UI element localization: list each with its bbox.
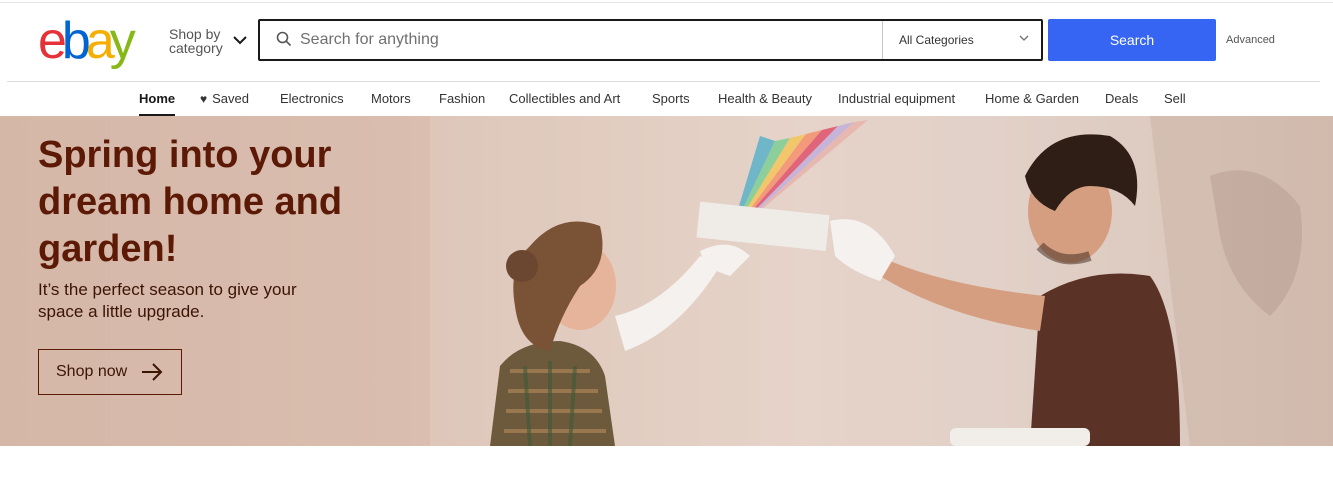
shop-now-label: Shop now	[56, 363, 128, 380]
hero-banner[interactable]: Spring into your dream home and garden! …	[0, 116, 1333, 446]
nav-item-industrial-equipment[interactable]: Industrial equipment	[838, 91, 955, 116]
nav-item-sports[interactable]: Sports	[652, 91, 690, 116]
logo-letter-a: a	[85, 12, 115, 70]
chevron-down-icon	[1019, 35, 1029, 41]
hero-subtitle: It’s the perfect season to give your spa…	[38, 280, 297, 321]
hero-title: Spring into your dream home and garden!	[38, 134, 343, 270]
heart-icon: ♥	[200, 92, 208, 106]
nav-item-collectibles[interactable]: Collectibles and Art	[509, 91, 620, 116]
search-input[interactable]	[300, 21, 880, 59]
nav-item-home-garden[interactable]: Home & Garden	[985, 91, 1079, 116]
hero-photo	[430, 116, 1333, 446]
chevron-down-icon	[233, 36, 247, 45]
logo-letter-e: e	[38, 12, 67, 70]
nav-item-motors[interactable]: Motors	[371, 91, 411, 116]
shop-by-category-button[interactable]: Shop by category	[169, 26, 247, 56]
nav-item-fashion[interactable]: Fashion	[439, 91, 485, 116]
shop-now-button[interactable]: Shop now	[38, 349, 182, 395]
shop-by-category-label: Shop by category	[169, 26, 223, 56]
search-icon	[276, 31, 292, 47]
site-header: ebay Shop by category All Categories Sea…	[0, 3, 1333, 81]
category-select[interactable]: All Categories	[882, 21, 1043, 59]
search-bar: All Categories	[258, 19, 1043, 61]
ebay-logo[interactable]: ebay	[38, 12, 136, 70]
arrow-right-icon	[142, 363, 163, 381]
nav-item-saved-label: Saved	[212, 91, 249, 106]
logo-letter-y: y	[109, 12, 136, 70]
nav-item-electronics[interactable]: Electronics	[280, 91, 344, 116]
logo-letter-b: b	[61, 12, 91, 70]
category-select-value: All Categories	[899, 33, 974, 47]
nav-item-sell[interactable]: Sell	[1164, 91, 1186, 116]
nav-item-deals[interactable]: Deals	[1105, 91, 1138, 116]
nav-item-saved[interactable]: ♥ Saved	[200, 91, 249, 116]
nav-item-home[interactable]: Home	[139, 91, 176, 116]
search-button[interactable]: Search	[1048, 19, 1216, 61]
category-nav: Home ♥ Saved Electronics Motors Fashion C…	[0, 82, 1333, 116]
advanced-search-link[interactable]: Advanced	[1226, 34, 1275, 46]
nav-item-health-beauty[interactable]: Health & Beauty	[718, 91, 812, 116]
